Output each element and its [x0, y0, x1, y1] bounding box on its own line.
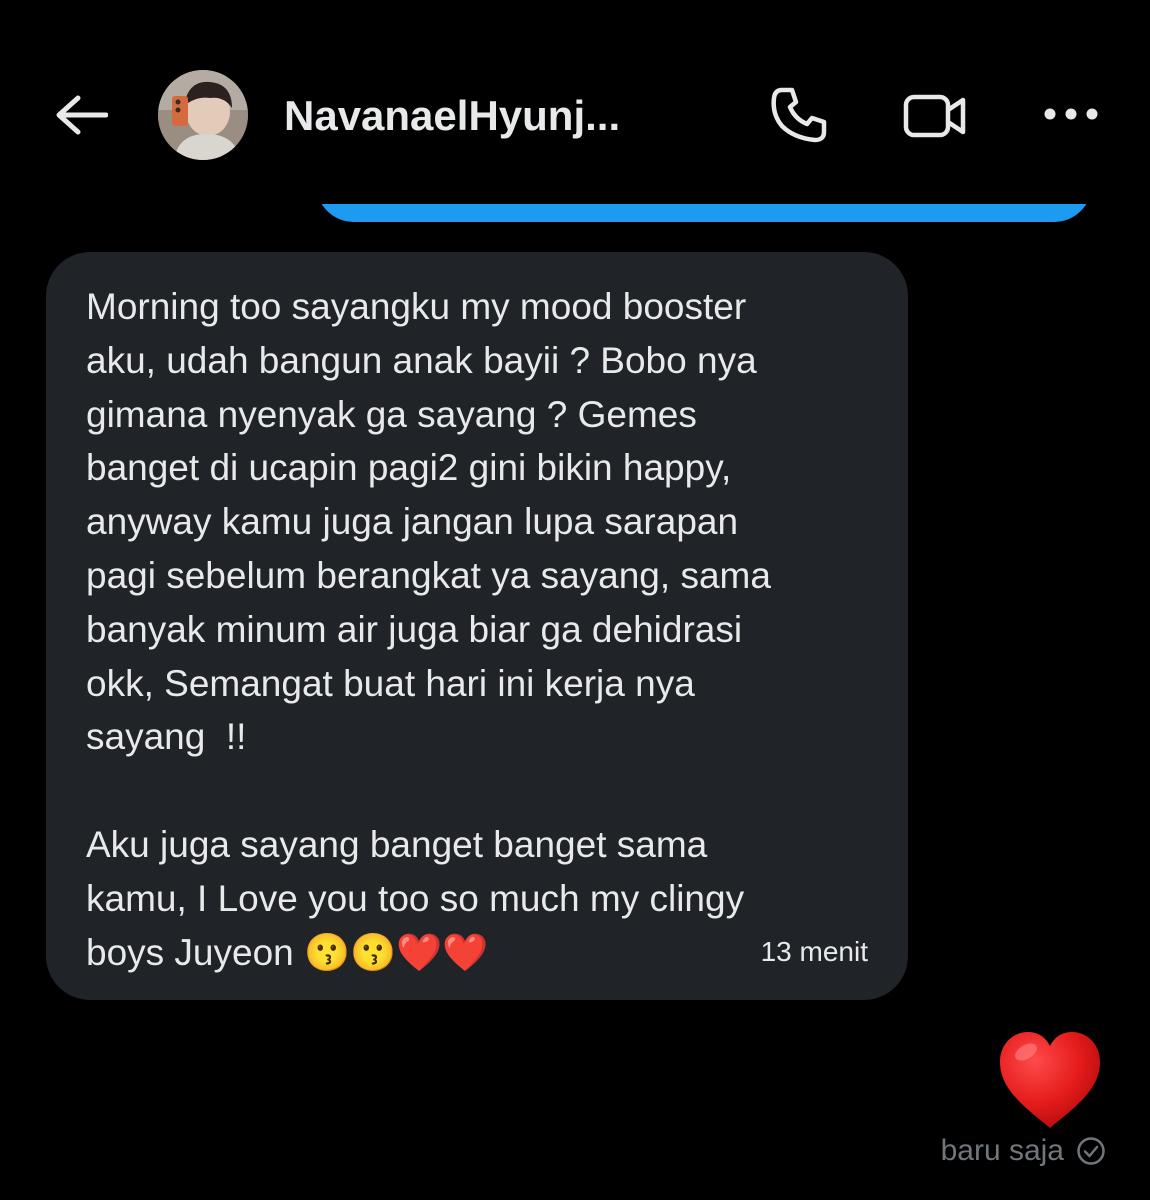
arrow-left-icon — [56, 95, 108, 135]
heart-message[interactable] — [996, 1028, 1104, 1132]
video-camera-icon — [903, 94, 966, 138]
more-horizontal-icon — [1044, 108, 1098, 120]
back-button[interactable] — [52, 88, 110, 142]
contact-name[interactable]: NavanaelHyunj... — [284, 92, 620, 140]
avatar[interactable] — [158, 70, 248, 160]
more-options-button[interactable] — [1036, 96, 1106, 132]
conversation-header: NavanaelHyunj... — [0, 0, 1150, 200]
video-call-button[interactable] — [898, 86, 972, 146]
message-timestamp: 13 menit — [760, 936, 868, 967]
received-message-bubble[interactable]: Morning too sayangku my mood booster aku… — [46, 252, 908, 1000]
call-button[interactable] — [764, 82, 834, 148]
heart-icon — [1000, 1032, 1100, 1128]
phone-icon — [771, 87, 827, 143]
message-text: Morning too sayangku my mood booster aku… — [86, 286, 771, 973]
avatar-image — [158, 70, 248, 160]
check-circle-icon — [1077, 1137, 1105, 1165]
sent-timestamp: baru saja — [940, 1134, 1064, 1167]
sent-status: baru saja — [941, 1134, 1106, 1168]
